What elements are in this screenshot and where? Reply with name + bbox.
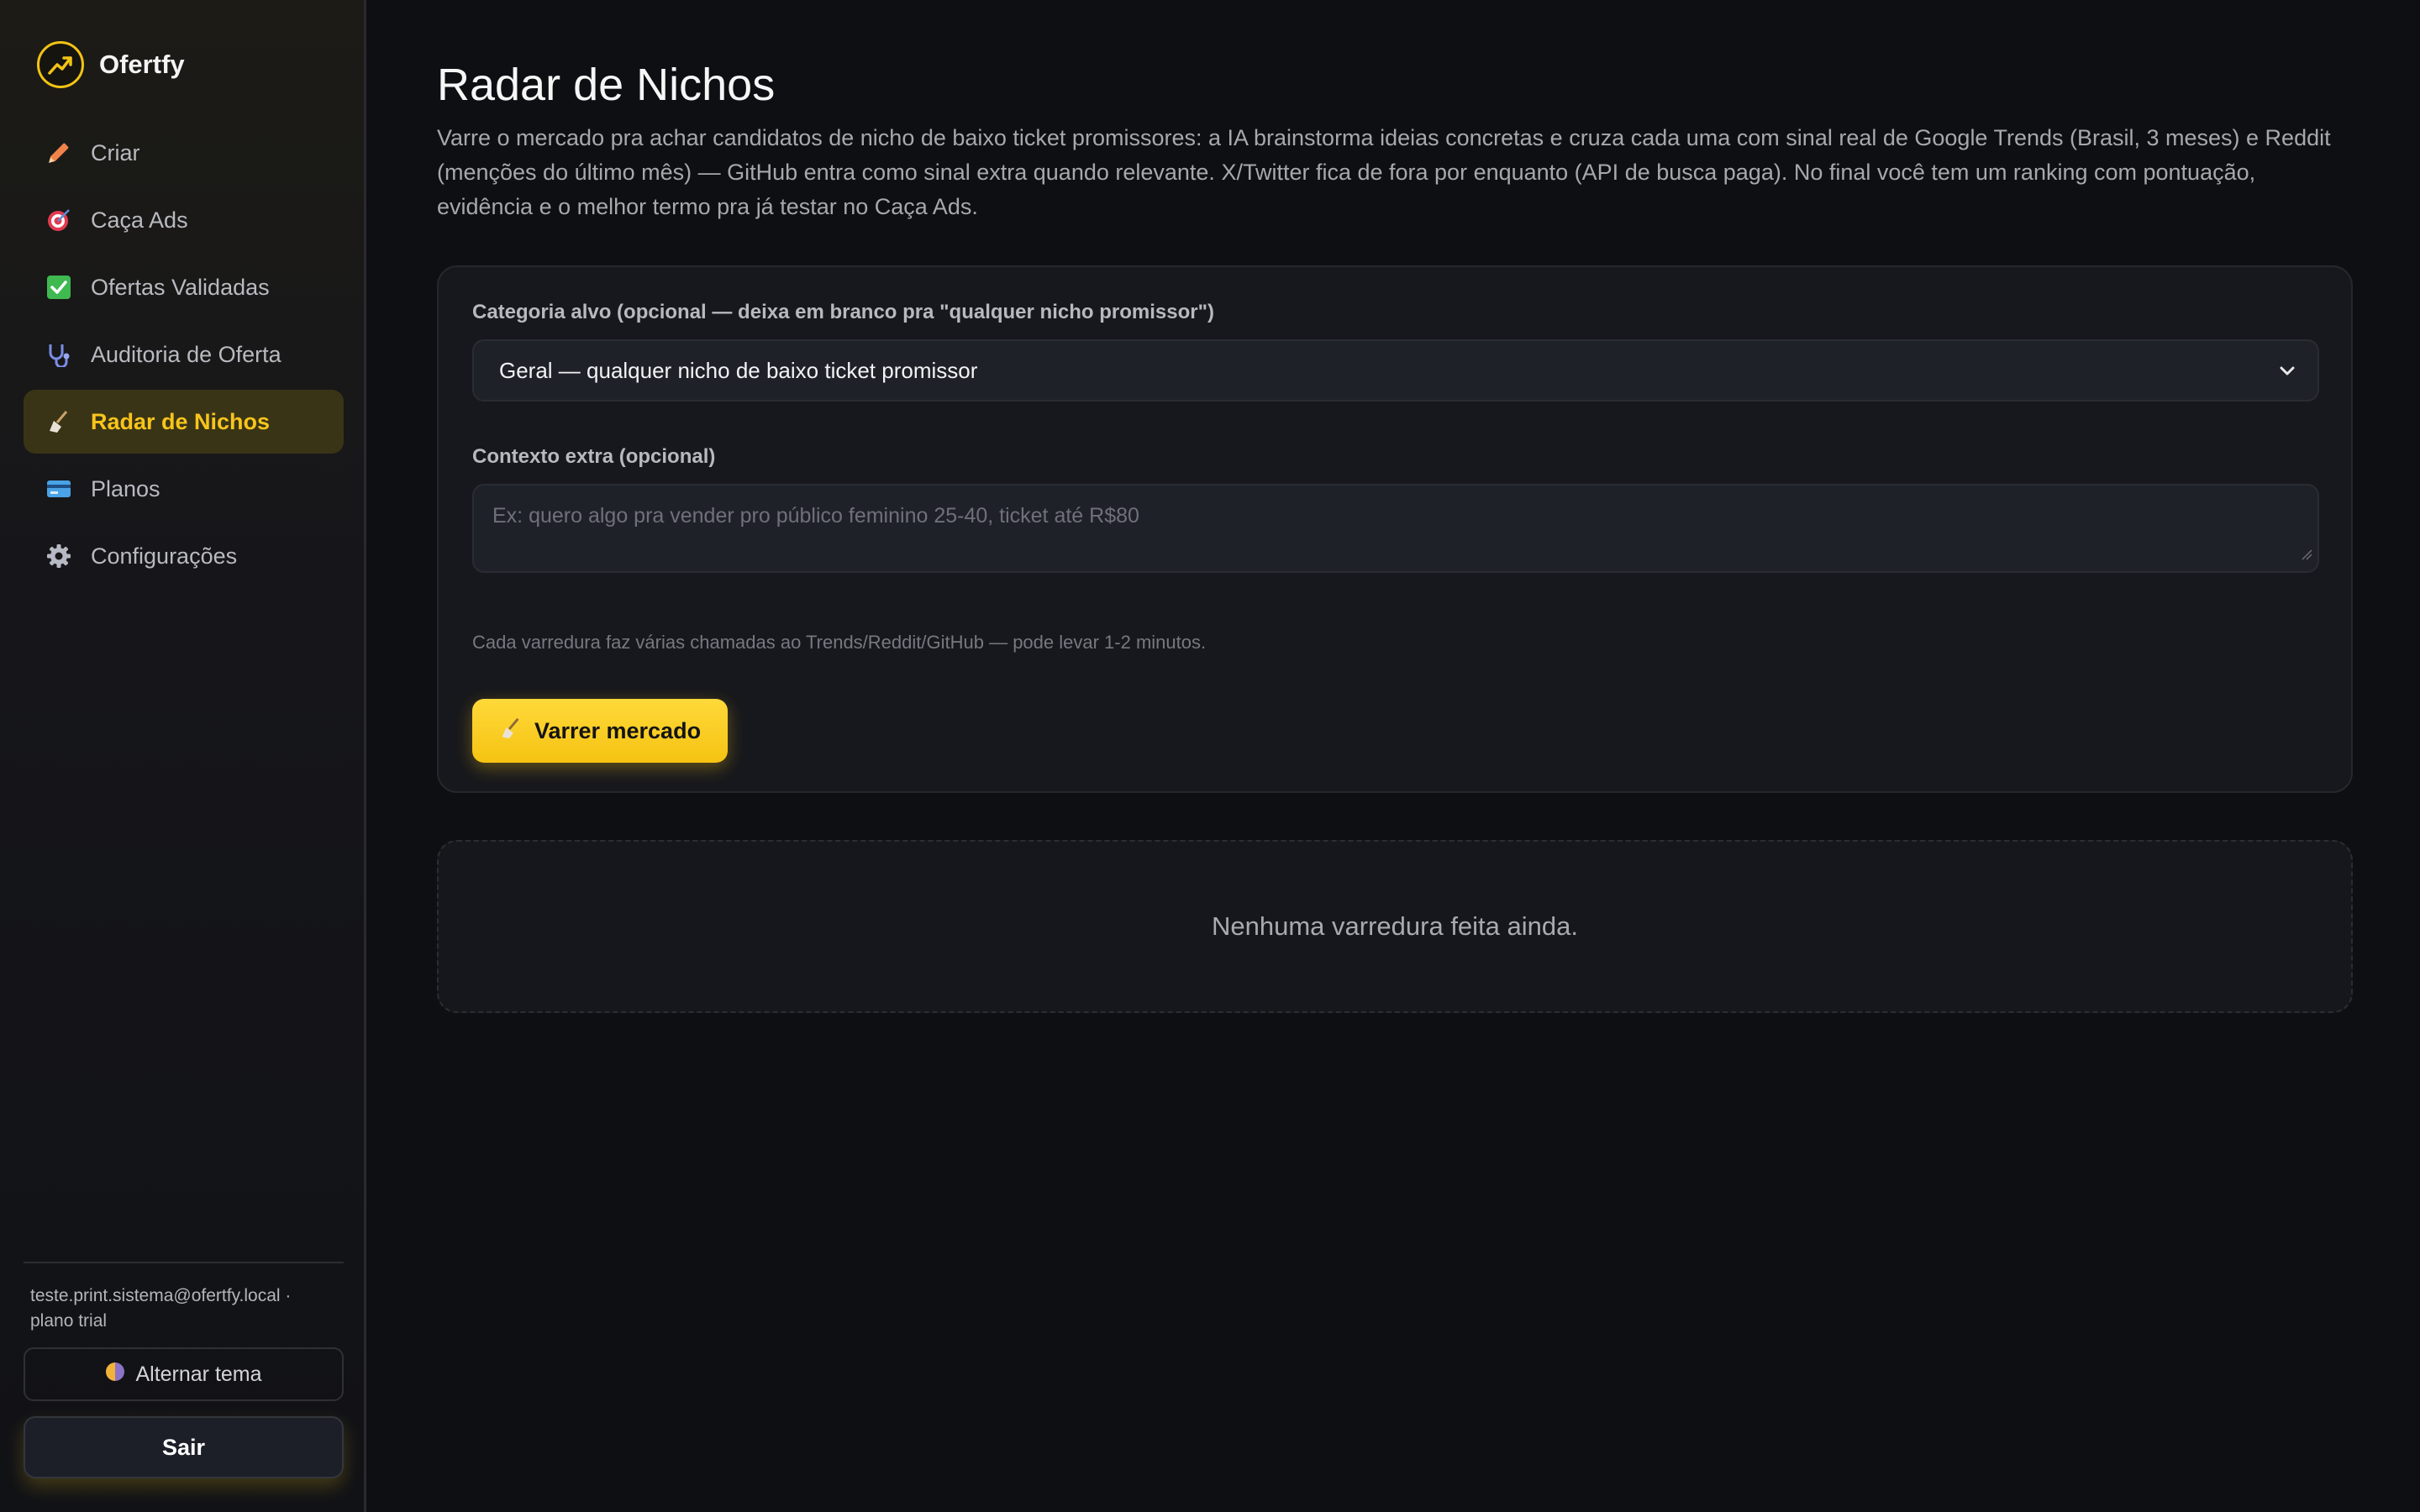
context-label: Contexto extra (opcional) [472,445,716,468]
sidebar-item-label: Planos [91,475,160,501]
category-label: Categoria alvo (opcional — deixa em bran… [472,301,1214,323]
broom-icon [499,717,523,746]
page-description: Varre o mercado pra achar candidatos de … [437,125,2331,219]
chevron-down-icon [2275,360,2299,389]
user-email: teste.print.sistema@ofertfy.local · [30,1286,292,1305]
sidebar-divider [24,1262,344,1263]
sidebar-item-caca-ads[interactable]: Caça Ads [24,188,344,252]
gear-icon [45,543,72,570]
scan-market-button[interactable]: Varrer mercado [472,699,728,763]
sidebar-item-planos[interactable]: Planos [24,457,344,521]
sidebar-item-label: Radar de Nichos [91,408,271,434]
target-icon [45,207,72,234]
sidebar-item-label: Caça Ads [91,207,188,233]
scan-form-card: Categoria alvo (opcional — deixa em bran… [437,265,2353,793]
logout-button[interactable]: Sair [24,1416,344,1478]
theme-toggle-button[interactable]: Alternar tema [24,1347,344,1401]
brand[interactable]: Ofertfy [37,40,185,89]
sidebar-item-auditoria[interactable]: Auditoria de Oferta [24,323,344,386]
trend-up-icon [37,41,84,88]
category-select-value: Geral — qualquer nicho de baixo ticket p… [499,357,978,383]
sidebar: Ofertfy Criar Caça Ads Ofertas Validadas… [0,0,366,1512]
scan-hint: Cada varredura faz várias chamadas ao Tr… [472,632,1207,653]
context-textarea[interactable]: Ex: quero algo pra vender pro público fe… [472,484,2319,573]
category-select[interactable]: Geral — qualquer nicho de baixo ticket p… [472,339,2319,402]
results-empty-state: Nenhuma varredura feita ainda. [437,840,2353,1013]
check-box-icon [45,274,72,301]
credit-card-icon [45,475,72,502]
sidebar-item-label: Criar [91,139,140,165]
sidebar-item-ofertas-validadas[interactable]: Ofertas Validadas [24,255,344,319]
sidebar-item-criar[interactable]: Criar [24,121,344,185]
brand-name: Ofertfy [99,50,185,79]
sidebar-item-label: Configurações [91,543,238,569]
context-placeholder: Ex: quero algo pra vender pro público fe… [492,504,1139,528]
pencil-icon [45,139,72,166]
theme-toggle-label: Alternar tema [135,1362,262,1386]
scan-button-label: Varrer mercado [534,717,702,743]
half-moon-icon [105,1362,125,1388]
sidebar-item-label: Ofertas Validadas [91,274,270,300]
page-title: Radar de Nichos [437,60,776,110]
resize-grip-icon[interactable] [2301,542,2312,566]
sidebar-item-configuracoes[interactable]: Configurações [24,524,344,588]
empty-state-text: Nenhuma varredura feita ainda. [1212,911,1578,941]
sidebar-nav: Criar Caça Ads Ofertas Validadas Auditor… [24,121,344,591]
sidebar-item-label: Auditoria de Oferta [91,341,281,367]
user-plan: plano trial [30,1311,108,1331]
user-info: teste.print.sistema@ofertfy.local · plan… [30,1284,341,1334]
stethoscope-icon [45,341,72,368]
broom-icon [45,408,72,435]
sidebar-item-radar-de-nichos[interactable]: Radar de Nichos [24,390,344,454]
